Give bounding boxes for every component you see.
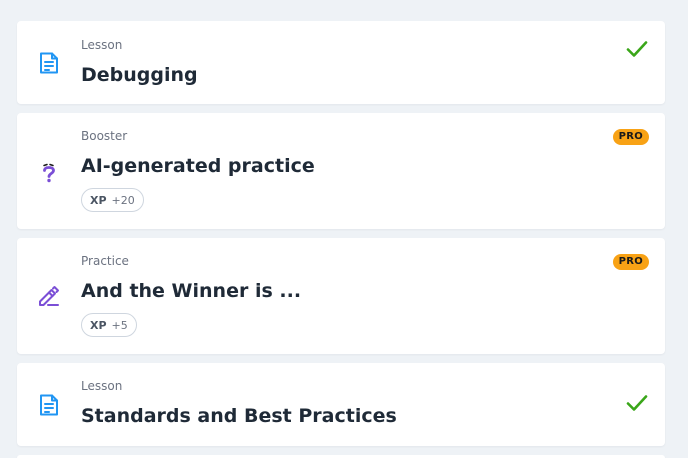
pro-badge: PRO [612, 129, 649, 145]
xp-value: +5 [111, 318, 128, 332]
xp-badge: XP +20 [81, 188, 144, 212]
lesson-document-icon [37, 393, 61, 417]
xp-label: XP [90, 318, 107, 332]
xp-value: +20 [111, 193, 135, 207]
item-title: Standards and Best Practices [81, 405, 397, 427]
xp-label: XP [90, 193, 107, 207]
xp-badge: XP +5 [81, 313, 137, 337]
item-type-label: Practice [81, 254, 129, 268]
completed-check-icon [625, 37, 649, 61]
lesson-document-icon [37, 51, 61, 75]
question-mark-icon [37, 159, 61, 183]
item-title: And the Winner is ... [81, 280, 302, 302]
list-item-ai-generated-practice[interactable]: Booster AI-generated practice XP +20 PRO [17, 113, 665, 229]
item-type-label: Booster [81, 129, 128, 143]
item-type-label: Lesson [81, 38, 123, 52]
list-item-standards-and-best-practices[interactable]: Lesson Standards and Best Practices [17, 363, 665, 446]
pencil-icon [37, 284, 61, 308]
list-item-debugging[interactable]: Lesson Debugging [17, 21, 665, 104]
completed-check-icon [625, 391, 649, 415]
item-title: AI-generated practice [81, 155, 315, 177]
item-title: Debugging [81, 64, 198, 86]
item-type-label: Lesson [81, 379, 123, 393]
list-item-and-the-winner-is[interactable]: Practice And the Winner is ... XP +5 PRO [17, 238, 665, 354]
pro-badge: PRO [612, 254, 649, 270]
